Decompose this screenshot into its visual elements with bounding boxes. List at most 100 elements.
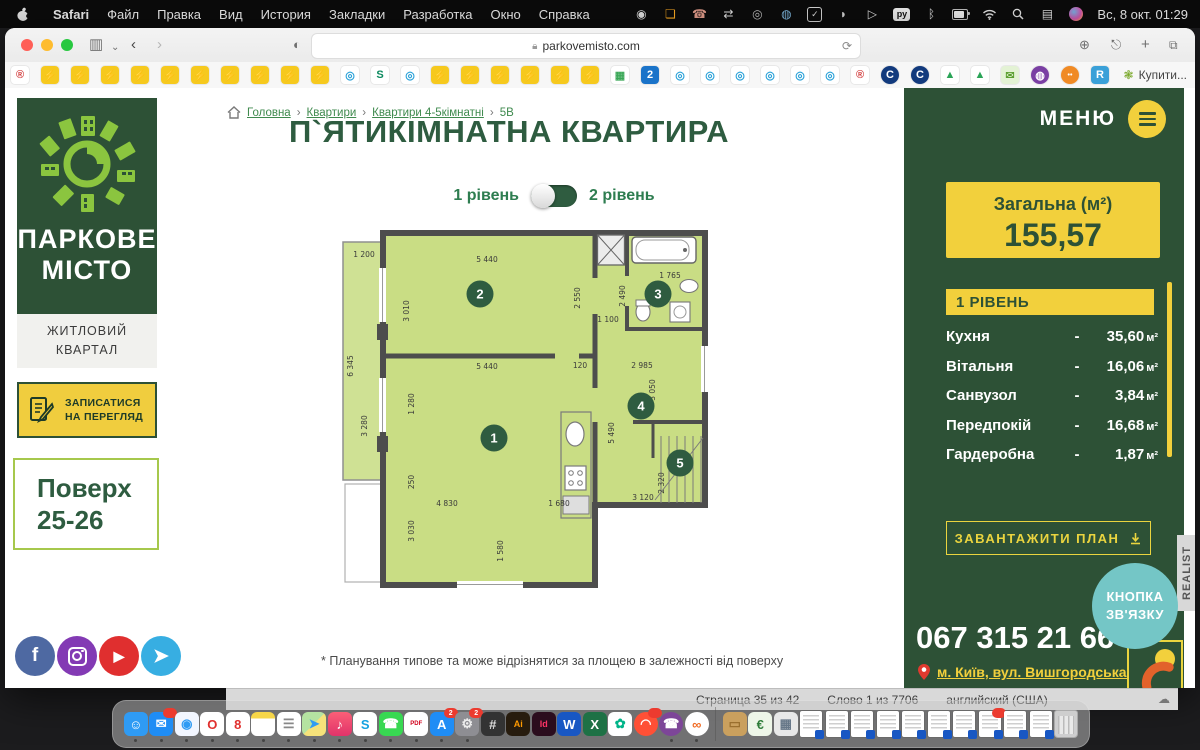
bookmark-favicon-ob[interactable]: ◎: [671, 66, 689, 84]
bookmark-favicon-y[interactable]: ⚡: [311, 66, 329, 84]
bookmark-favicon-cn[interactable]: C: [881, 66, 899, 84]
dock-item-doc[interactable]: [850, 712, 874, 736]
dock-item-doc[interactable]: [799, 712, 823, 736]
menubar-menu-Справка[interactable]: Справка: [539, 7, 590, 22]
apple-menu-icon[interactable]: [16, 7, 30, 22]
dock-item-viber[interactable]: ☎: [659, 712, 683, 736]
dock-item-doc[interactable]: [825, 712, 849, 736]
shutter-icon[interactable]: ◉: [633, 6, 649, 22]
bookmark-favicon-ob[interactable]: ◎: [761, 66, 779, 84]
bookmark-favicon-y[interactable]: ⚡: [101, 66, 119, 84]
dock-item-dev[interactable]: €: [748, 712, 772, 736]
bookmark-favicon-ob[interactable]: ◎: [791, 66, 809, 84]
book-viewing-button[interactable]: ЗАПИСАТИСЯНА ПЕРЕГЛЯД: [17, 382, 157, 438]
bookmark-favicon-ob[interactable]: ◎: [731, 66, 749, 84]
chevron-down-icon[interactable]: ⌄: [111, 38, 119, 58]
bookmark-favicon-y[interactable]: ⚡: [131, 66, 149, 84]
panel-scrollbar[interactable]: [1167, 282, 1172, 457]
address-text[interactable]: м. Київ, вул. Вишгородська 45: [937, 664, 1146, 680]
dock-item-maps[interactable]: ➤: [302, 712, 326, 736]
download-plan-button[interactable]: ЗАВАНТАЖИТИ ПЛАН: [946, 521, 1151, 555]
record-icon[interactable]: ◎: [749, 6, 765, 22]
bookmark-favicon-dr[interactable]: ▲: [971, 66, 989, 84]
dock-item-finder[interactable]: ☺: [124, 712, 148, 736]
bluetooth-icon[interactable]: ᛒ: [923, 6, 939, 22]
dock-item-trash[interactable]: [1054, 712, 1078, 736]
dock-item-skype[interactable]: S: [353, 712, 377, 736]
bookmark-favicon-fo[interactable]: ••: [1061, 66, 1079, 84]
bookmark-favicon-ob[interactable]: ◎: [821, 66, 839, 84]
bookmark-favicon-dr[interactable]: ▲: [941, 66, 959, 84]
dock-item-excel[interactable]: X: [583, 712, 607, 736]
menubar-app-name[interactable]: Safari: [53, 7, 89, 22]
bookmark-favicon-cn[interactable]: C: [911, 66, 929, 84]
dock-item-keypad[interactable]: #: [481, 712, 505, 736]
sidebar-toggle-icon[interactable]: ▥: [89, 35, 103, 55]
display-icon[interactable]: ▤: [1039, 6, 1055, 22]
bookmark-favicon-y[interactable]: ⚡: [521, 66, 539, 84]
forward-button[interactable]: ›: [157, 35, 162, 55]
phone-number[interactable]: 067 315 21 66: [916, 620, 1114, 656]
bookmark-favicon-y[interactable]: ⚡: [551, 66, 569, 84]
dock-item-appstore[interactable]: A2: [430, 712, 454, 736]
dock-item-settings[interactable]: ⚙2: [455, 712, 479, 736]
dock-item-calendar[interactable]: 8: [226, 712, 250, 736]
check-icon[interactable]: ✓: [807, 7, 822, 22]
wifi-icon[interactable]: [981, 6, 997, 22]
menubar-menu-Разработка[interactable]: Разработка: [403, 7, 472, 22]
bookmark-favicon-sg[interactable]: S: [371, 66, 389, 84]
menubar-menu-Вид[interactable]: Вид: [219, 7, 243, 22]
privacy-shield-icon[interactable]: ◐: [293, 35, 301, 55]
tab-overview-icon[interactable]: ⧉: [1169, 35, 1178, 55]
bookmark-favicon-y[interactable]: ⚡: [281, 66, 299, 84]
dock-item-word[interactable]: W: [557, 712, 581, 736]
back-button[interactable]: ‹: [131, 35, 136, 55]
reload-icon[interactable]: ⟳: [842, 39, 852, 53]
dock-item-doc[interactable]: [876, 712, 900, 736]
bookmark-favicon-ob[interactable]: ◎: [341, 66, 359, 84]
bookmark-favicon-y[interactable]: ⚡: [71, 66, 89, 84]
dock-item-doc[interactable]: [1003, 712, 1027, 736]
menubar-menu-Окно[interactable]: Окно: [491, 7, 521, 22]
bookmark-favicon-rb[interactable]: R: [1091, 66, 1109, 84]
menubar-menu-Правка[interactable]: Правка: [157, 7, 201, 22]
dock-item-doc[interactable]: [1029, 712, 1053, 736]
bookmark-favicon-y[interactable]: ⚡: [221, 66, 239, 84]
globe-icon[interactable]: ◍: [778, 6, 794, 22]
level-2-label[interactable]: 2 рівень: [589, 187, 655, 205]
menubar-menu-История[interactable]: История: [261, 7, 311, 22]
dock-item-opera[interactable]: O: [200, 712, 224, 736]
dock-item-mail[interactable]: ✉: [149, 712, 173, 736]
level-switch[interactable]: [531, 185, 577, 207]
share-icon[interactable]: ⎋: [1111, 35, 1121, 55]
bookmark-favicon-b2[interactable]: 2: [641, 66, 659, 84]
layers-icon[interactable]: ❏: [662, 6, 678, 22]
telegram-icon[interactable]: ➤: [141, 636, 181, 676]
new-tab-icon[interactable]: +: [1141, 35, 1150, 55]
dock-item-reminders[interactable]: ☰: [277, 712, 301, 736]
dock-item-vine[interactable]: ✿: [608, 712, 632, 736]
dock-item-preview[interactable]: ▦: [774, 712, 798, 736]
bookmark-favicon-rr[interactable]: ®: [851, 66, 869, 84]
bookmark-favicon-y[interactable]: ⚡: [251, 66, 269, 84]
instagram-icon[interactable]: [57, 636, 97, 676]
bookmark-favicon-ob[interactable]: ◎: [401, 66, 419, 84]
menu-button[interactable]: МЕНЮ: [1040, 100, 1166, 138]
dock-item-illustrator[interactable]: Ai: [506, 712, 530, 736]
dock-item-safari[interactable]: ◉: [175, 712, 199, 736]
dock-item-doc[interactable]: [927, 712, 951, 736]
youtube-icon[interactable]: ▶: [99, 636, 139, 676]
sync-icon[interactable]: ⇄: [720, 6, 736, 22]
bookmark-favicon-y[interactable]: ⚡: [41, 66, 59, 84]
dock-item-doc[interactable]: [952, 712, 976, 736]
dock-item-folder[interactable]: ▭: [723, 712, 747, 736]
bookmark-favicon-y[interactable]: ⚡: [161, 66, 179, 84]
viber-icon[interactable]: ☎: [691, 6, 707, 22]
dock-item-swirl[interactable]: ∞: [685, 712, 709, 736]
close-window-button[interactable]: [21, 39, 33, 51]
bookmarks-overflow[interactable]: ❃Купити...: [1124, 68, 1187, 82]
bookmark-favicon-y[interactable]: ⚡: [461, 66, 479, 84]
dock-item-notes[interactable]: [251, 712, 275, 736]
dock-item-doc[interactable]: [978, 712, 1002, 736]
contact-widget-bubble[interactable]: КНОПКАЗВ'ЯЗКУ: [1092, 563, 1178, 649]
